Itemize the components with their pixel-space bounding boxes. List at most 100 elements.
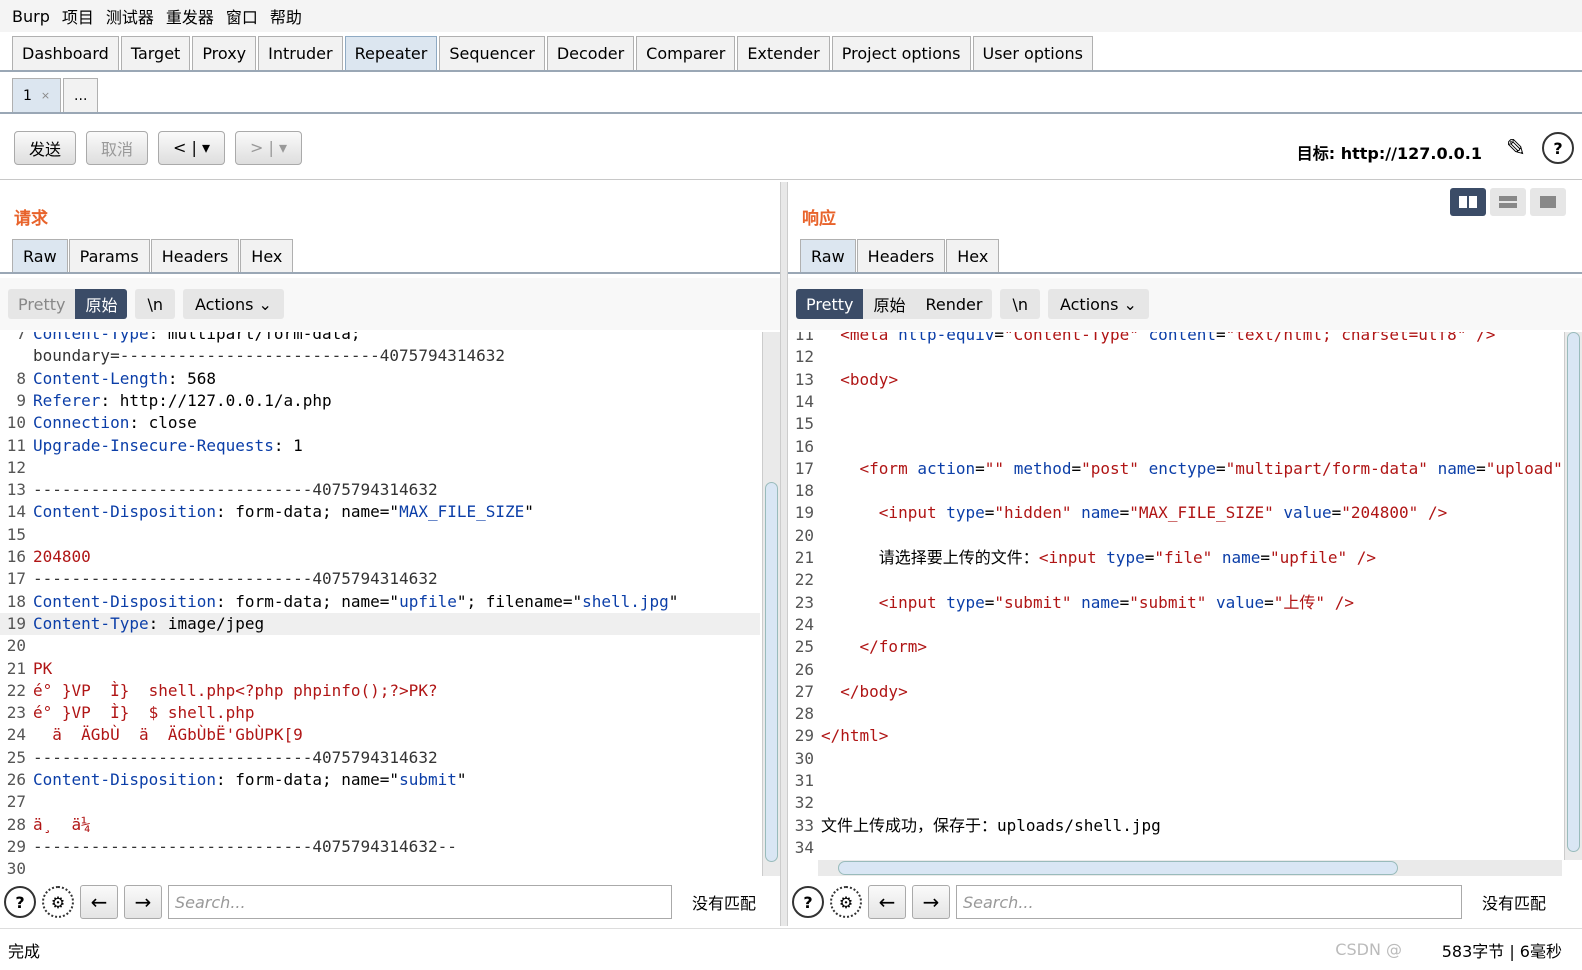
single-pane-icon[interactable] [1530,188,1566,216]
split-horizontal-icon[interactable] [1490,188,1526,216]
actions-dropdown[interactable]: Actions ⌄ [183,289,284,319]
menu-item[interactable]: 重发器 [166,4,214,28]
newline-toggle[interactable]: \n [1000,289,1040,319]
tab-headers[interactable]: Headers [150,239,240,272]
cancel-button[interactable]: 取消 [86,130,149,165]
tab-decoder[interactable]: Decoder [546,36,635,70]
line-content: boundary=---------------------------4075… [33,346,506,366]
pretty-toggle[interactable]: Pretty [8,289,76,319]
response-title: 响应 [802,209,836,229]
line-number: 21 [794,548,814,567]
menu-item[interactable]: 项目 [62,4,94,28]
help-icon[interactable]: ? [4,886,36,918]
tab-project-options[interactable]: Project options [831,36,971,70]
tab-target[interactable]: Target [120,36,191,70]
next-match-button[interactable]: → [124,885,162,919]
tab-sequencer[interactable]: Sequencer [439,36,545,70]
code-line: 16 204800 [0,546,760,568]
hscroll-thumb[interactable] [838,861,1398,875]
menu-item[interactable]: 测试器 [106,4,154,28]
tab-user-options[interactable]: User options [972,36,1093,70]
gear-icon[interactable]: ⚙ [830,886,862,918]
raw-toggle[interactable]: 原始 [863,289,916,319]
code-line: 13 <body> [788,369,1562,391]
line-content: Content-Length: 568 [33,368,217,388]
line-content: -----------------------------40757943146… [33,480,438,500]
forward-label: > [250,138,264,157]
newline-toggle[interactable]: \n [135,289,175,319]
line-content: ä ÄGbÙ ä ÄGbÙbË'GbÙPK[9 [33,725,303,745]
line-content: 204800 [33,547,91,566]
repeater-tab-new[interactable]: ... [63,78,99,112]
line-content: ä¸ ä¼ [33,814,91,834]
gear-icon[interactable]: ⚙ [42,886,74,918]
response-scrollbar[interactable] [1564,332,1582,860]
pane-divider[interactable] [780,182,788,926]
line-number: 7 [16,332,26,343]
code-line: 17 <form action="" method="post" enctype… [788,458,1562,480]
code-line: 11 <meta http-equiv="Content-Type" conte… [788,332,1562,346]
prev-match-button[interactable]: ← [868,885,906,919]
scroll-thumb[interactable] [765,482,778,862]
raw-toggle[interactable]: 原始 [75,289,128,319]
help-icon[interactable]: ? [1542,132,1574,164]
tab-comparer[interactable]: Comparer [636,36,736,70]
tab-hex[interactable]: Hex [240,239,294,272]
scroll-thumb[interactable] [1567,332,1580,852]
split-vertical-icon[interactable] [1450,188,1486,216]
tab-raw[interactable]: Raw [800,239,856,272]
line-number: 8 [16,368,26,388]
line-content: 请选择要上传的文件：<input type="file" name="upfil… [821,548,1376,567]
code-line: 17 -----------------------------407579431… [0,568,760,590]
response-editor[interactable]: 11 <meta http-equiv="Content-Type" conte… [788,332,1562,860]
request-scrollbar[interactable] [762,332,780,876]
code-line: 28 [788,703,1562,725]
code-line: 23 é° }VP Ì} $ shell.php [0,702,760,724]
code-line: 29 -----------------------------407579431… [0,836,760,858]
help-icon[interactable]: ? [792,886,824,918]
code-line: 28 ä¸ ä¼ [0,814,760,836]
menu-item[interactable]: Burp [12,7,50,26]
line-number: 10 [6,413,26,433]
request-editor[interactable]: 7 Content-Type: multipart/form-data; bound… [0,332,760,876]
close-icon[interactable]: × [41,89,50,102]
repeater-tab-1[interactable]: 1 × [12,78,62,112]
tab-dashboard[interactable]: Dashboard [12,36,119,70]
send-button[interactable]: 发送 [14,130,77,165]
menu-item[interactable]: 窗口 [226,4,258,28]
back-button[interactable]: < | ▾ [158,130,226,165]
code-line: 12 [788,346,1562,368]
pencil-icon[interactable]: ✎ [1506,134,1526,162]
search-input[interactable]: Search... [168,885,672,919]
line-content: <meta http-equiv="Content-Type" content=… [840,332,1496,344]
tab-raw[interactable]: Raw [12,239,68,272]
tab-repeater[interactable]: Repeater [344,36,438,70]
tab-extender[interactable]: Extender [737,36,830,70]
response-pane: 响应 Raw Headers Hex Pretty 原始 Render \n Act… [788,182,1582,926]
prev-match-button[interactable]: ← [80,885,118,919]
line-number: 19 [794,503,814,523]
line-number: 29 [794,726,814,746]
tab-hex[interactable]: Hex [946,239,1000,272]
tab-headers[interactable]: Headers [856,239,946,272]
line-number: 18 [6,591,26,611]
line-content: é° }VP Ì} $ shell.php [33,703,255,723]
render-toggle[interactable]: Render [915,289,993,319]
forward-button[interactable]: > | ▾ [235,130,303,165]
code-line: 18 [788,480,1562,502]
pretty-toggle[interactable]: Pretty [796,289,864,319]
response-hscrollbar[interactable] [818,860,1562,876]
tab-proxy[interactable]: Proxy [192,36,257,70]
menu-item[interactable]: 帮助 [270,4,302,28]
next-match-button[interactable]: → [912,885,950,919]
tab-intruder[interactable]: Intruder [258,36,343,70]
tab-params[interactable]: Params [68,239,150,272]
line-number: 32 [794,793,814,813]
search-input[interactable]: Search... [956,885,1462,919]
actions-dropdown[interactable]: Actions ⌄ [1047,289,1149,319]
code-line: 30 [0,858,760,876]
line-content: é° }VP Ì} shell.php<?php phpinfo();?>PK? [33,680,438,700]
status-bar: 完成 CSDN @ 583字节 | 6毫秒 [0,928,1582,970]
request-search-bar: ? ⚙ ← → Search... 没有匹配 [0,878,780,926]
target-label-text: 目标: [1296,144,1336,163]
